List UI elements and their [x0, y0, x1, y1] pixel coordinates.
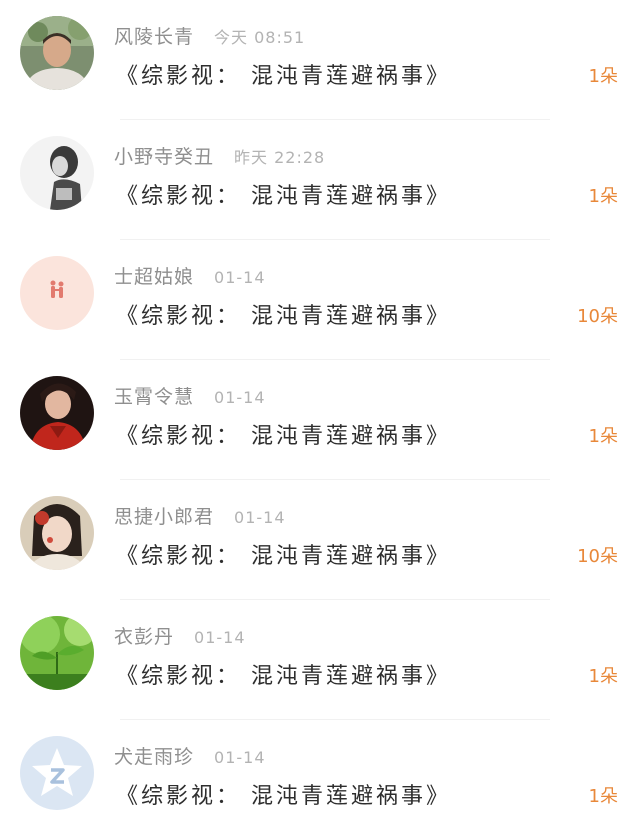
timestamp: 01-14: [214, 268, 266, 287]
gift-record-list: 风陵长青 今天 08:51 《综影视： 混沌青莲避祸事》 1朵 小野寺癸丑 昨天…: [0, 0, 640, 835]
flower-count: 10朵: [577, 546, 618, 567]
book-title[interactable]: 《综影视： 混沌青莲避祸事》: [116, 538, 451, 570]
avatar[interactable]: [20, 136, 94, 210]
flower-count: 1朵: [588, 786, 618, 807]
timestamp: 昨天 22:28: [234, 148, 326, 167]
timestamp: 今天 08:51: [214, 28, 306, 47]
book-title[interactable]: 《综影视： 混沌青莲避祸事》: [116, 178, 451, 210]
user-name[interactable]: 风陵长青: [114, 22, 194, 49]
timestamp: 01-14: [194, 628, 246, 647]
timestamp: 01-14: [214, 388, 266, 407]
avatar[interactable]: [20, 256, 94, 330]
avatar[interactable]: [20, 616, 94, 690]
list-item[interactable]: 衣彭丹 01-14 《综影视： 混沌青莲避祸事》 1朵: [0, 600, 640, 720]
flower-count: 10朵: [577, 306, 618, 327]
timestamp: 01-14: [214, 748, 266, 767]
list-item[interactable]: 犬走雨珍 01-14 《综影视： 混沌青莲避祸事》 1朵: [0, 720, 640, 840]
user-name[interactable]: 玉霄令慧: [114, 382, 194, 409]
book-title[interactable]: 《综影视： 混沌青莲避祸事》: [116, 658, 451, 690]
flower-count: 1朵: [588, 666, 618, 687]
book-title[interactable]: 《综影视： 混沌青莲避祸事》: [116, 778, 451, 810]
flower-count: 1朵: [588, 426, 618, 447]
book-title[interactable]: 《综影视： 混沌青莲避祸事》: [116, 418, 451, 450]
book-title[interactable]: 《综影视： 混沌青莲避祸事》: [116, 58, 451, 90]
list-item[interactable]: 风陵长青 今天 08:51 《综影视： 混沌青莲避祸事》 1朵: [0, 0, 640, 120]
timestamp: 01-14: [234, 508, 286, 527]
avatar[interactable]: [20, 496, 94, 570]
list-item[interactable]: 玉霄令慧 01-14 《综影视： 混沌青莲避祸事》 1朵: [0, 360, 640, 480]
user-name[interactable]: 小野寺癸丑: [114, 142, 214, 169]
user-name[interactable]: 犬走雨珍: [114, 742, 194, 769]
flower-count: 1朵: [588, 66, 618, 87]
user-name[interactable]: 思捷小郎君: [114, 502, 214, 529]
user-name[interactable]: 衣彭丹: [114, 622, 174, 649]
flower-count: 1朵: [588, 186, 618, 207]
list-item[interactable]: 小野寺癸丑 昨天 22:28 《综影视： 混沌青莲避祸事》 1朵: [0, 120, 640, 240]
list-item[interactable]: 思捷小郎君 01-14 《综影视： 混沌青莲避祸事》 10朵: [0, 480, 640, 600]
avatar[interactable]: [20, 736, 94, 810]
book-title[interactable]: 《综影视： 混沌青莲避祸事》: [116, 298, 451, 330]
avatar[interactable]: [20, 16, 94, 90]
avatar[interactable]: [20, 376, 94, 450]
user-name[interactable]: 士超姑娘: [114, 262, 194, 289]
list-item[interactable]: 士超姑娘 01-14 《综影视： 混沌青莲避祸事》 10朵: [0, 240, 640, 360]
